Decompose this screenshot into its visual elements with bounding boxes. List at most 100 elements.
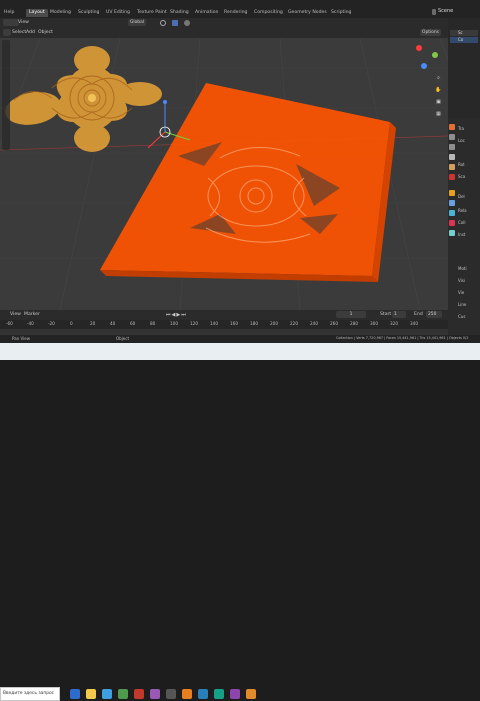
view-layer-tab-icon[interactable]	[449, 154, 455, 160]
tick-label: 0	[70, 321, 73, 326]
app-icon[interactable]	[198, 689, 208, 699]
tick-label: 240	[310, 321, 318, 326]
help-menu[interactable]: Help	[4, 9, 14, 17]
output-tab-icon[interactable]	[449, 144, 455, 150]
tab-layout[interactable]: Layout	[26, 9, 48, 17]
grid-perspective-icon[interactable]: ▦	[434, 110, 443, 119]
prop-row[interactable]: Inst	[458, 232, 465, 237]
pivot-icon[interactable]	[160, 20, 166, 26]
tick-label: 220	[290, 321, 298, 326]
prop-row[interactable]: Cus	[458, 314, 465, 319]
telegram-icon[interactable]	[102, 689, 112, 699]
prop-row[interactable]: Rot	[458, 162, 465, 167]
tick-label: 200	[270, 321, 278, 326]
timeline-view-menu[interactable]: View	[10, 311, 21, 319]
scene-tab-icon[interactable]	[449, 164, 455, 170]
tick-label: -60	[6, 321, 13, 326]
app-icon[interactable]	[150, 689, 160, 699]
prop-row[interactable]: Coll	[458, 220, 465, 225]
prop-row[interactable]: Del	[458, 194, 465, 199]
playback-controls[interactable]: ⏮◀▶⏭	[166, 312, 187, 318]
tick-label: 60	[130, 321, 136, 326]
viewport-scene	[0, 38, 448, 310]
camera-icon[interactable]: ▣	[434, 98, 443, 107]
app-icon[interactable]	[214, 689, 224, 699]
prop-row[interactable]: Line	[458, 302, 466, 307]
app-icon[interactable]	[182, 689, 192, 699]
timeline-ruler[interactable]	[0, 320, 448, 329]
tool-tab-icon[interactable]	[449, 124, 455, 130]
prop-row[interactable]: Moti	[458, 266, 467, 271]
header-menu-view[interactable]: View	[18, 19, 29, 27]
app-icon[interactable]	[118, 689, 128, 699]
tick-label: 160	[230, 321, 238, 326]
gizmo-y-icon[interactable]	[432, 52, 438, 58]
outliner-row[interactable]: Co	[450, 37, 478, 43]
orientation-dropdown[interactable]: Global	[128, 19, 147, 26]
object-tab-icon[interactable]	[449, 190, 455, 196]
world-tab-icon[interactable]	[449, 174, 455, 180]
tool-header: Select Add Object Options	[0, 28, 448, 38]
app-icon[interactable]	[230, 689, 240, 699]
tick-label: 140	[210, 321, 218, 326]
hand-pan-icon[interactable]: ✋	[434, 86, 443, 95]
tick-label: 260	[330, 321, 338, 326]
tick-label: 80	[150, 321, 156, 326]
current-frame-field[interactable]: 1	[336, 311, 366, 318]
options-dropdown[interactable]: Options	[420, 29, 441, 36]
prop-row[interactable]: Tra	[458, 126, 464, 131]
start-frame-field[interactable]: 1	[392, 311, 406, 318]
blender-icon[interactable]	[246, 689, 256, 699]
header-menu-select[interactable]: Select	[12, 29, 26, 37]
tab-compositing[interactable]: Compositing	[254, 9, 283, 17]
header-menu-object[interactable]: Object	[38, 29, 53, 37]
zoom-icon[interactable]: ⌕	[434, 74, 443, 83]
tick-label: 300	[370, 321, 378, 326]
tab-uv-editing[interactable]: UV Editing	[106, 9, 130, 17]
chrome-icon[interactable]	[86, 689, 96, 699]
physics-tab-icon[interactable]	[449, 210, 455, 216]
top-menu-bar: Help Layout Modeling Sculpting UV Editin…	[0, 0, 480, 18]
tab-sculpting[interactable]: Sculpting	[78, 9, 99, 17]
tab-animation[interactable]: Animation	[195, 9, 218, 17]
viewport-header: View Global	[0, 18, 448, 28]
outliner-item-label: Sc	[458, 30, 463, 35]
tab-scripting[interactable]: Scripting	[331, 9, 351, 17]
gizmo-x-icon[interactable]	[416, 45, 422, 51]
tick-label: 340	[410, 321, 418, 326]
modifier-tab-icon[interactable]	[449, 200, 455, 206]
prop-row[interactable]: Rela	[458, 208, 467, 213]
rosette-object	[5, 46, 162, 152]
scene-selector[interactable]: Scene	[438, 8, 453, 14]
start-label: Start	[380, 312, 392, 317]
3d-viewport[interactable]: ⌕ ✋ ▣ ▦	[0, 38, 448, 310]
data-tab-icon[interactable]	[449, 230, 455, 236]
tab-geometry-nodes[interactable]: Geometry Nodes	[288, 9, 327, 17]
header-menu-add[interactable]: Add	[26, 29, 35, 37]
snap-icon[interactable]	[172, 20, 178, 26]
prop-row[interactable]: Loc	[458, 138, 465, 143]
gizmo-z-icon[interactable]	[421, 63, 427, 69]
end-frame-field[interactable]: 250	[426, 311, 442, 318]
tab-rendering[interactable]: Rendering	[224, 9, 247, 17]
tab-modeling[interactable]: Modeling	[50, 9, 71, 17]
mode-selector[interactable]	[3, 19, 19, 26]
prop-row[interactable]: Sca	[458, 174, 465, 179]
prop-row[interactable]: Visi	[458, 278, 465, 283]
app-icon[interactable]	[134, 689, 144, 699]
object-mode-icon[interactable]	[3, 29, 11, 36]
tab-shading[interactable]: Shading	[170, 9, 189, 17]
render-tab-icon[interactable]	[449, 134, 455, 140]
tick-label: 280	[350, 321, 358, 326]
outliner-row[interactable]: Sc	[450, 30, 478, 36]
constraints-tab-icon[interactable]	[449, 220, 455, 226]
tab-texture-paint[interactable]: Texture Paint	[137, 9, 167, 17]
task-view-icon[interactable]	[70, 689, 80, 699]
timeline-marker-menu[interactable]: Marker	[24, 311, 40, 319]
taskbar-search-input[interactable]: Введите здесь запрос	[0, 687, 60, 701]
proportional-edit-icon[interactable]	[184, 20, 190, 26]
timeline-header: View Marker ⏮◀▶⏭ 1 Start 1 End 250	[0, 310, 448, 320]
tick-label: -20	[48, 321, 55, 326]
app-icon[interactable]	[166, 689, 176, 699]
prop-row[interactable]: Vie	[458, 290, 464, 295]
